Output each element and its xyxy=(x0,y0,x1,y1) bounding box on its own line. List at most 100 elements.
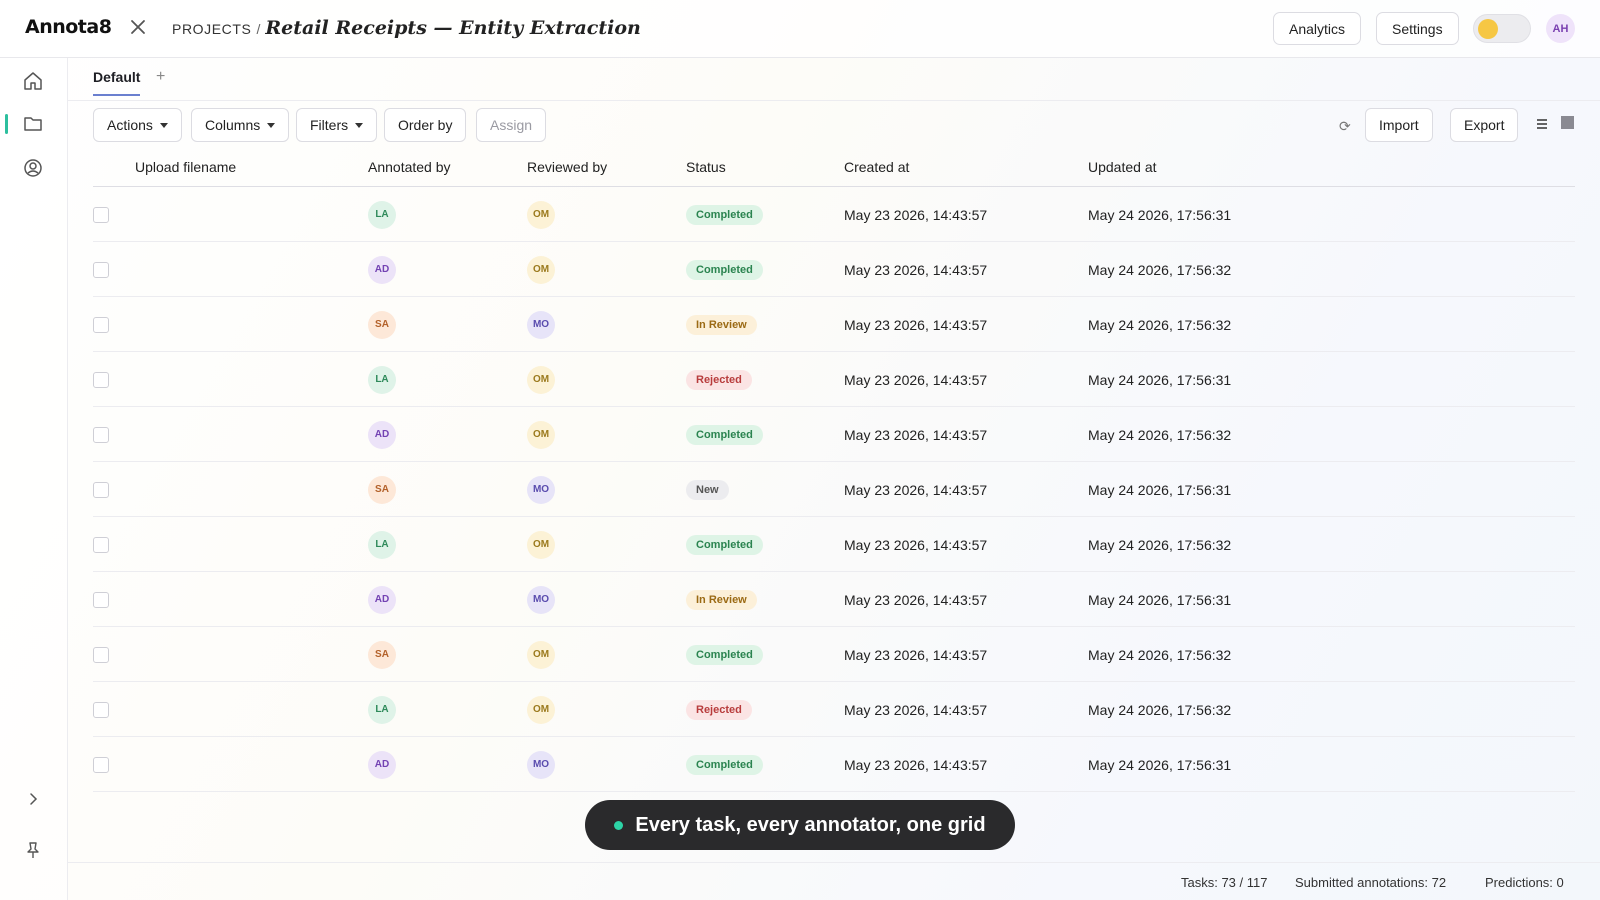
user-circle-icon[interactable] xyxy=(22,157,44,179)
caret-down-icon xyxy=(355,122,364,128)
created-at-cell: May 23 2026, 14:43:57 xyxy=(844,481,988,498)
grid-view-icon[interactable] xyxy=(1560,115,1575,130)
tab-default[interactable]: Default xyxy=(93,69,141,96)
table-row[interactable]: SA MO New May 23 2026, 14:43:57 May 24 2026,… xyxy=(93,462,1575,517)
caret-down-icon xyxy=(159,122,168,128)
col-reviewed-by[interactable]: Reviewed by xyxy=(527,159,607,175)
export-button[interactable]: Export xyxy=(1450,108,1519,142)
table-row[interactable]: AD MO In Review May 23 2026, 14:43:57 May 24… xyxy=(93,572,1575,627)
status-badge: New xyxy=(686,479,729,500)
table-row[interactable]: SA MO In Review May 23 2026, 14:43:57 May 24… xyxy=(93,297,1575,352)
col-updated-at[interactable]: Updated at xyxy=(1088,159,1157,175)
tasks-count: Tasks: 73 / 117 xyxy=(1181,875,1268,890)
row-checkbox[interactable] xyxy=(93,481,109,498)
annotator-avatar: AD xyxy=(368,255,396,284)
row-checkbox[interactable] xyxy=(93,371,109,388)
settings-button[interactable]: Settings xyxy=(1376,12,1459,45)
task-table: Upload filename Annotated by Reviewed by… xyxy=(93,147,1575,792)
breadcrumb-projects[interactable]: PROJECTS xyxy=(172,21,251,37)
sidebar-active-indicator xyxy=(5,114,8,134)
col-created-at[interactable]: Created at xyxy=(844,159,909,175)
updated-at-cell: May 24 2026, 17:56:32 xyxy=(1088,261,1232,278)
updated-at-cell: May 24 2026, 17:56:31 xyxy=(1088,481,1232,498)
analytics-button[interactable]: Analytics xyxy=(1273,12,1362,45)
assign-button[interactable]: Assign xyxy=(476,108,547,142)
row-checkbox[interactable] xyxy=(93,591,109,608)
breadcrumb: PROJECTS / Retail Receipts — Entity Extr… xyxy=(172,17,641,39)
import-button[interactable]: Import xyxy=(1365,108,1433,142)
col-upload-filename[interactable]: Upload filename xyxy=(135,159,236,175)
annotator-avatar: AD xyxy=(368,420,396,449)
app-logo[interactable]: Annota8 xyxy=(25,16,112,38)
home-icon[interactable] xyxy=(22,70,44,92)
caption-banner: Every task, every annotator, one grid xyxy=(585,800,1015,850)
user-avatar[interactable]: AH xyxy=(1546,14,1575,43)
actions-label: Actions xyxy=(107,117,153,133)
reviewer-avatar: OM xyxy=(527,255,555,284)
row-checkbox[interactable] xyxy=(93,261,109,278)
filters-dropdown[interactable]: Filters xyxy=(296,108,378,142)
reviewer-avatar: OM xyxy=(527,365,555,394)
status-badge: In Review xyxy=(686,314,757,335)
order-by-button[interactable]: Order by xyxy=(384,108,467,142)
table-row[interactable]: LA OM Rejected May 23 2026, 14:43:57 May 24 … xyxy=(93,352,1575,407)
annotator-avatar: LA xyxy=(368,200,396,229)
caret-down-icon xyxy=(267,122,276,128)
annotator-avatar: LA xyxy=(368,365,396,394)
columns-label: Columns xyxy=(205,117,261,133)
reviewer-avatar: MO xyxy=(527,750,555,779)
pin-icon[interactable] xyxy=(22,839,44,861)
columns-dropdown[interactable]: Columns xyxy=(191,108,290,142)
status-badge: Completed xyxy=(686,424,763,445)
created-at-cell: May 23 2026, 14:43:57 xyxy=(844,316,988,333)
table-row[interactable]: SA OM Completed May 23 2026, 14:43:57 May 24… xyxy=(93,627,1575,682)
row-checkbox[interactable] xyxy=(93,536,109,553)
col-status[interactable]: Status xyxy=(686,159,726,175)
submitted-annotations-count: Submitted annotations: 72 xyxy=(1295,875,1447,890)
created-at-cell: May 23 2026, 14:43:57 xyxy=(844,261,988,278)
created-at-cell: May 23 2026, 14:43:57 xyxy=(844,371,988,388)
reviewer-avatar: MO xyxy=(527,310,555,339)
row-checkbox[interactable] xyxy=(93,206,109,223)
table-row[interactable]: AD OM Completed May 23 2026, 14:43:57 May 24… xyxy=(93,407,1575,462)
list-view-icon[interactable] xyxy=(1534,116,1550,132)
updated-at-cell: May 24 2026, 17:56:31 xyxy=(1088,756,1232,773)
theme-toggle[interactable] xyxy=(1473,14,1531,43)
sun-icon xyxy=(1478,19,1498,39)
table-row[interactable]: LA OM Completed May 23 2026, 14:43:57 May 24… xyxy=(93,187,1575,242)
table-body: LA OM Completed May 23 2026, 14:43:57 May 24… xyxy=(93,187,1575,792)
row-checkbox[interactable] xyxy=(93,426,109,443)
status-dot-icon xyxy=(614,820,624,830)
annotator-avatar: AD xyxy=(368,585,396,614)
created-at-cell: May 23 2026, 14:43:57 xyxy=(844,756,988,773)
updated-at-cell: May 24 2026, 17:56:32 xyxy=(1088,701,1232,718)
status-badge: Rejected xyxy=(686,369,752,390)
sidebar xyxy=(0,58,68,900)
created-at-cell: May 23 2026, 14:43:57 xyxy=(844,206,988,223)
updated-at-cell: May 24 2026, 17:56:31 xyxy=(1088,206,1232,223)
status-badge: Completed xyxy=(686,534,763,555)
status-badge: In Review xyxy=(686,589,757,610)
row-checkbox[interactable] xyxy=(93,701,109,718)
table-header: Upload filename Annotated by Reviewed by… xyxy=(93,147,1575,187)
row-checkbox[interactable] xyxy=(93,646,109,663)
col-annotated-by[interactable]: Annotated by xyxy=(368,159,451,175)
updated-at-cell: May 24 2026, 17:56:31 xyxy=(1088,371,1232,388)
table-row[interactable]: AD OM Completed May 23 2026, 14:43:57 May 24… xyxy=(93,242,1575,297)
refresh-icon[interactable]: ⟳ xyxy=(1339,118,1351,135)
close-icon[interactable] xyxy=(127,16,149,38)
created-at-cell: May 23 2026, 14:43:57 xyxy=(844,701,988,718)
row-checkbox[interactable] xyxy=(93,316,109,333)
actions-dropdown[interactable]: Actions xyxy=(93,108,182,142)
folder-icon[interactable] xyxy=(22,113,44,135)
row-checkbox[interactable] xyxy=(93,756,109,773)
created-at-cell: May 23 2026, 14:43:57 xyxy=(844,426,988,443)
add-tab-button[interactable]: + xyxy=(156,68,165,86)
top-bar: Annota8 PROJECTS / Retail Receipts — Ent… xyxy=(0,0,1600,58)
table-row[interactable]: LA OM Completed May 23 2026, 14:43:57 May 24… xyxy=(93,517,1575,572)
annotator-avatar: SA xyxy=(368,310,396,339)
table-row[interactable]: LA OM Rejected May 23 2026, 14:43:57 May 24 … xyxy=(93,682,1575,737)
updated-at-cell: May 24 2026, 17:56:32 xyxy=(1088,536,1232,553)
table-row[interactable]: AD MO Completed May 23 2026, 14:43:57 May 24… xyxy=(93,737,1575,792)
chevron-right-icon[interactable] xyxy=(22,788,44,810)
